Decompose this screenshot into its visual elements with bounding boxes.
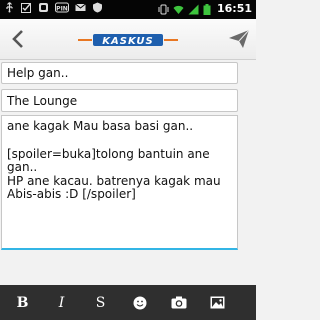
strikethrough-button[interactable]: S (81, 285, 120, 320)
notification-icon (39, 3, 48, 12)
image-icon (210, 296, 225, 309)
svg-text:PIN: PIN (56, 6, 68, 13)
notification-icons: PIN (4, 2, 103, 13)
usb-icon (6, 2, 13, 13)
camera-button[interactable] (159, 285, 198, 320)
bold-label: B (16, 294, 29, 311)
message-line: [spoiler=buka]tolong bantuin ane (7, 146, 210, 161)
message-line: gan.. (7, 160, 38, 174)
message-line: ane kagak Mau basa basi gan.. (7, 119, 194, 133)
wifi-icon (173, 5, 184, 14)
message-line (7, 134, 232, 148)
bbm-icon: PIN (55, 2, 69, 13)
system-icons: 16:51 (158, 2, 252, 16)
title-input[interactable]: Help gan.. (1, 62, 238, 84)
message-line: HP ane kacau. batrenya kagak mau (7, 173, 221, 188)
italic-label: I (58, 294, 65, 311)
italic-button[interactable]: I (42, 285, 81, 320)
battery-icon (203, 3, 211, 15)
emoji-button[interactable] (120, 285, 159, 320)
app-bar: KASKUS (0, 19, 256, 60)
message-line: Abis-abis :D [/spoiler] (7, 187, 136, 201)
signal-icon (188, 4, 199, 14)
camera-icon (171, 296, 186, 309)
vibrate-icon (158, 4, 169, 14)
image-button[interactable] (198, 285, 237, 320)
smiley-icon (133, 296, 146, 309)
forum-field[interactable]: The Lounge (1, 89, 238, 112)
back-button[interactable] (8, 28, 30, 50)
mail-icon (75, 3, 86, 11)
chevron-left-icon (12, 30, 23, 48)
status-bar: PIN 16:51 (0, 0, 256, 19)
send-button[interactable] (228, 29, 250, 49)
strike-label: S (95, 294, 106, 311)
logo-text: KASKUS (102, 36, 153, 47)
bold-button[interactable]: B (3, 285, 42, 320)
kaskus-logo: KASKUS (78, 34, 178, 47)
shield-icon (93, 2, 102, 13)
format-toolbar: B I S (0, 285, 256, 320)
clock: 16:51 (216, 2, 252, 15)
message-textarea[interactable]: ane kagak Mau basa basi gan.. [spoiler=b… (1, 115, 238, 250)
checkbox-icon (21, 3, 31, 13)
